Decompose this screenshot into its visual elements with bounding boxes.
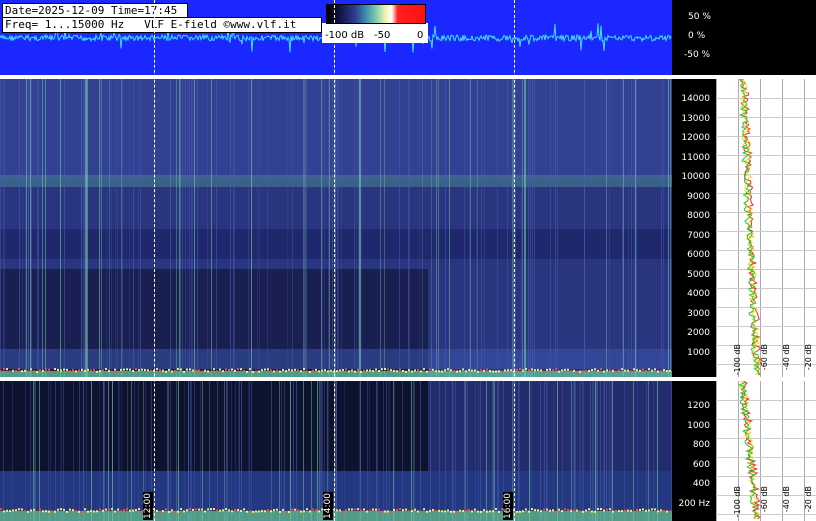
freq-label-full: 2000	[687, 328, 710, 338]
time-label-1200: 12:00	[143, 492, 153, 520]
colorbar	[326, 4, 426, 24]
freq-label-zoom: 1000	[687, 420, 710, 431]
spectrum-plot-full	[716, 79, 816, 377]
colorbar-label-min: -100 dB	[325, 30, 365, 41]
freq-label-full: 9000	[687, 191, 710, 202]
freq-label-full: 12000	[681, 133, 710, 143]
frequency-label-box: Freq= 1...15000 Hz VLF E-field ©www.vlf.…	[2, 17, 322, 33]
freq-label-full: 11000	[681, 152, 710, 163]
db-label-top-100: -100 dB	[733, 344, 742, 376]
spectrogram-full	[0, 79, 672, 377]
time-marker-1	[154, 0, 155, 521]
db-label-top-20: -20 dB	[804, 344, 813, 371]
freq-label-full: 13000	[681, 113, 710, 124]
freq-label-full: 3000	[687, 308, 710, 319]
freq-label-zoom: 1200	[687, 401, 710, 411]
freq-label-zoom: 600	[692, 459, 710, 470]
wave-scale-neg50: -50 %	[684, 50, 711, 60]
wave-scale-0: 0 %	[688, 31, 706, 41]
spectrogram-zoom-image	[0, 381, 672, 521]
db-label-bottom-100: -100 dB	[733, 486, 742, 518]
freq-label-zoom: 800	[692, 440, 710, 450]
wave-scale-50: 50 %	[688, 12, 711, 22]
freq-label-full: 6000	[687, 250, 710, 260]
freq-label-full: 10000	[681, 172, 710, 182]
spectrogram-zoom	[0, 381, 672, 521]
freq-label-full: 7000	[687, 230, 710, 241]
freq-label-zoom: 200 Hz	[678, 498, 710, 509]
db-label-bottom-40: -40 dB	[782, 486, 791, 513]
freq-label-full: 8000	[687, 211, 710, 221]
vlf-monitor-display: Date=2025-12-09 Time=17:45 Freq= 1...150…	[0, 0, 816, 521]
db-label-bottom-60: -60 dB	[760, 486, 769, 513]
time-marker-3	[514, 0, 515, 521]
time-label-1600: 16:00	[503, 492, 513, 520]
freq-label-full: 4000	[687, 289, 710, 299]
db-label-bottom-20: -20 dB	[804, 486, 813, 513]
time-marker-2	[334, 0, 335, 521]
freq-label-zoom: 400	[692, 479, 710, 489]
freq-label-full: 1000	[687, 347, 710, 358]
colorbar-label-max: 0	[417, 30, 424, 41]
db-label-top-60: -60 dB	[760, 344, 769, 371]
date-time-label: Date=2025-12-09 Time=17:45	[5, 4, 178, 17]
freq-label-full: 14000	[681, 94, 710, 104]
frequency-label: Freq= 1...15000 Hz VLF E-field ©www.vlf.…	[5, 18, 297, 31]
freq-label-full: 5000	[687, 269, 710, 280]
spectrogram-full-image	[0, 79, 672, 377]
time-label-1400: 14:00	[323, 492, 333, 520]
db-label-top-40: -40 dB	[782, 344, 791, 371]
colorbar-label-mid: -50	[374, 30, 391, 41]
spectrum-trace-full	[716, 79, 816, 377]
